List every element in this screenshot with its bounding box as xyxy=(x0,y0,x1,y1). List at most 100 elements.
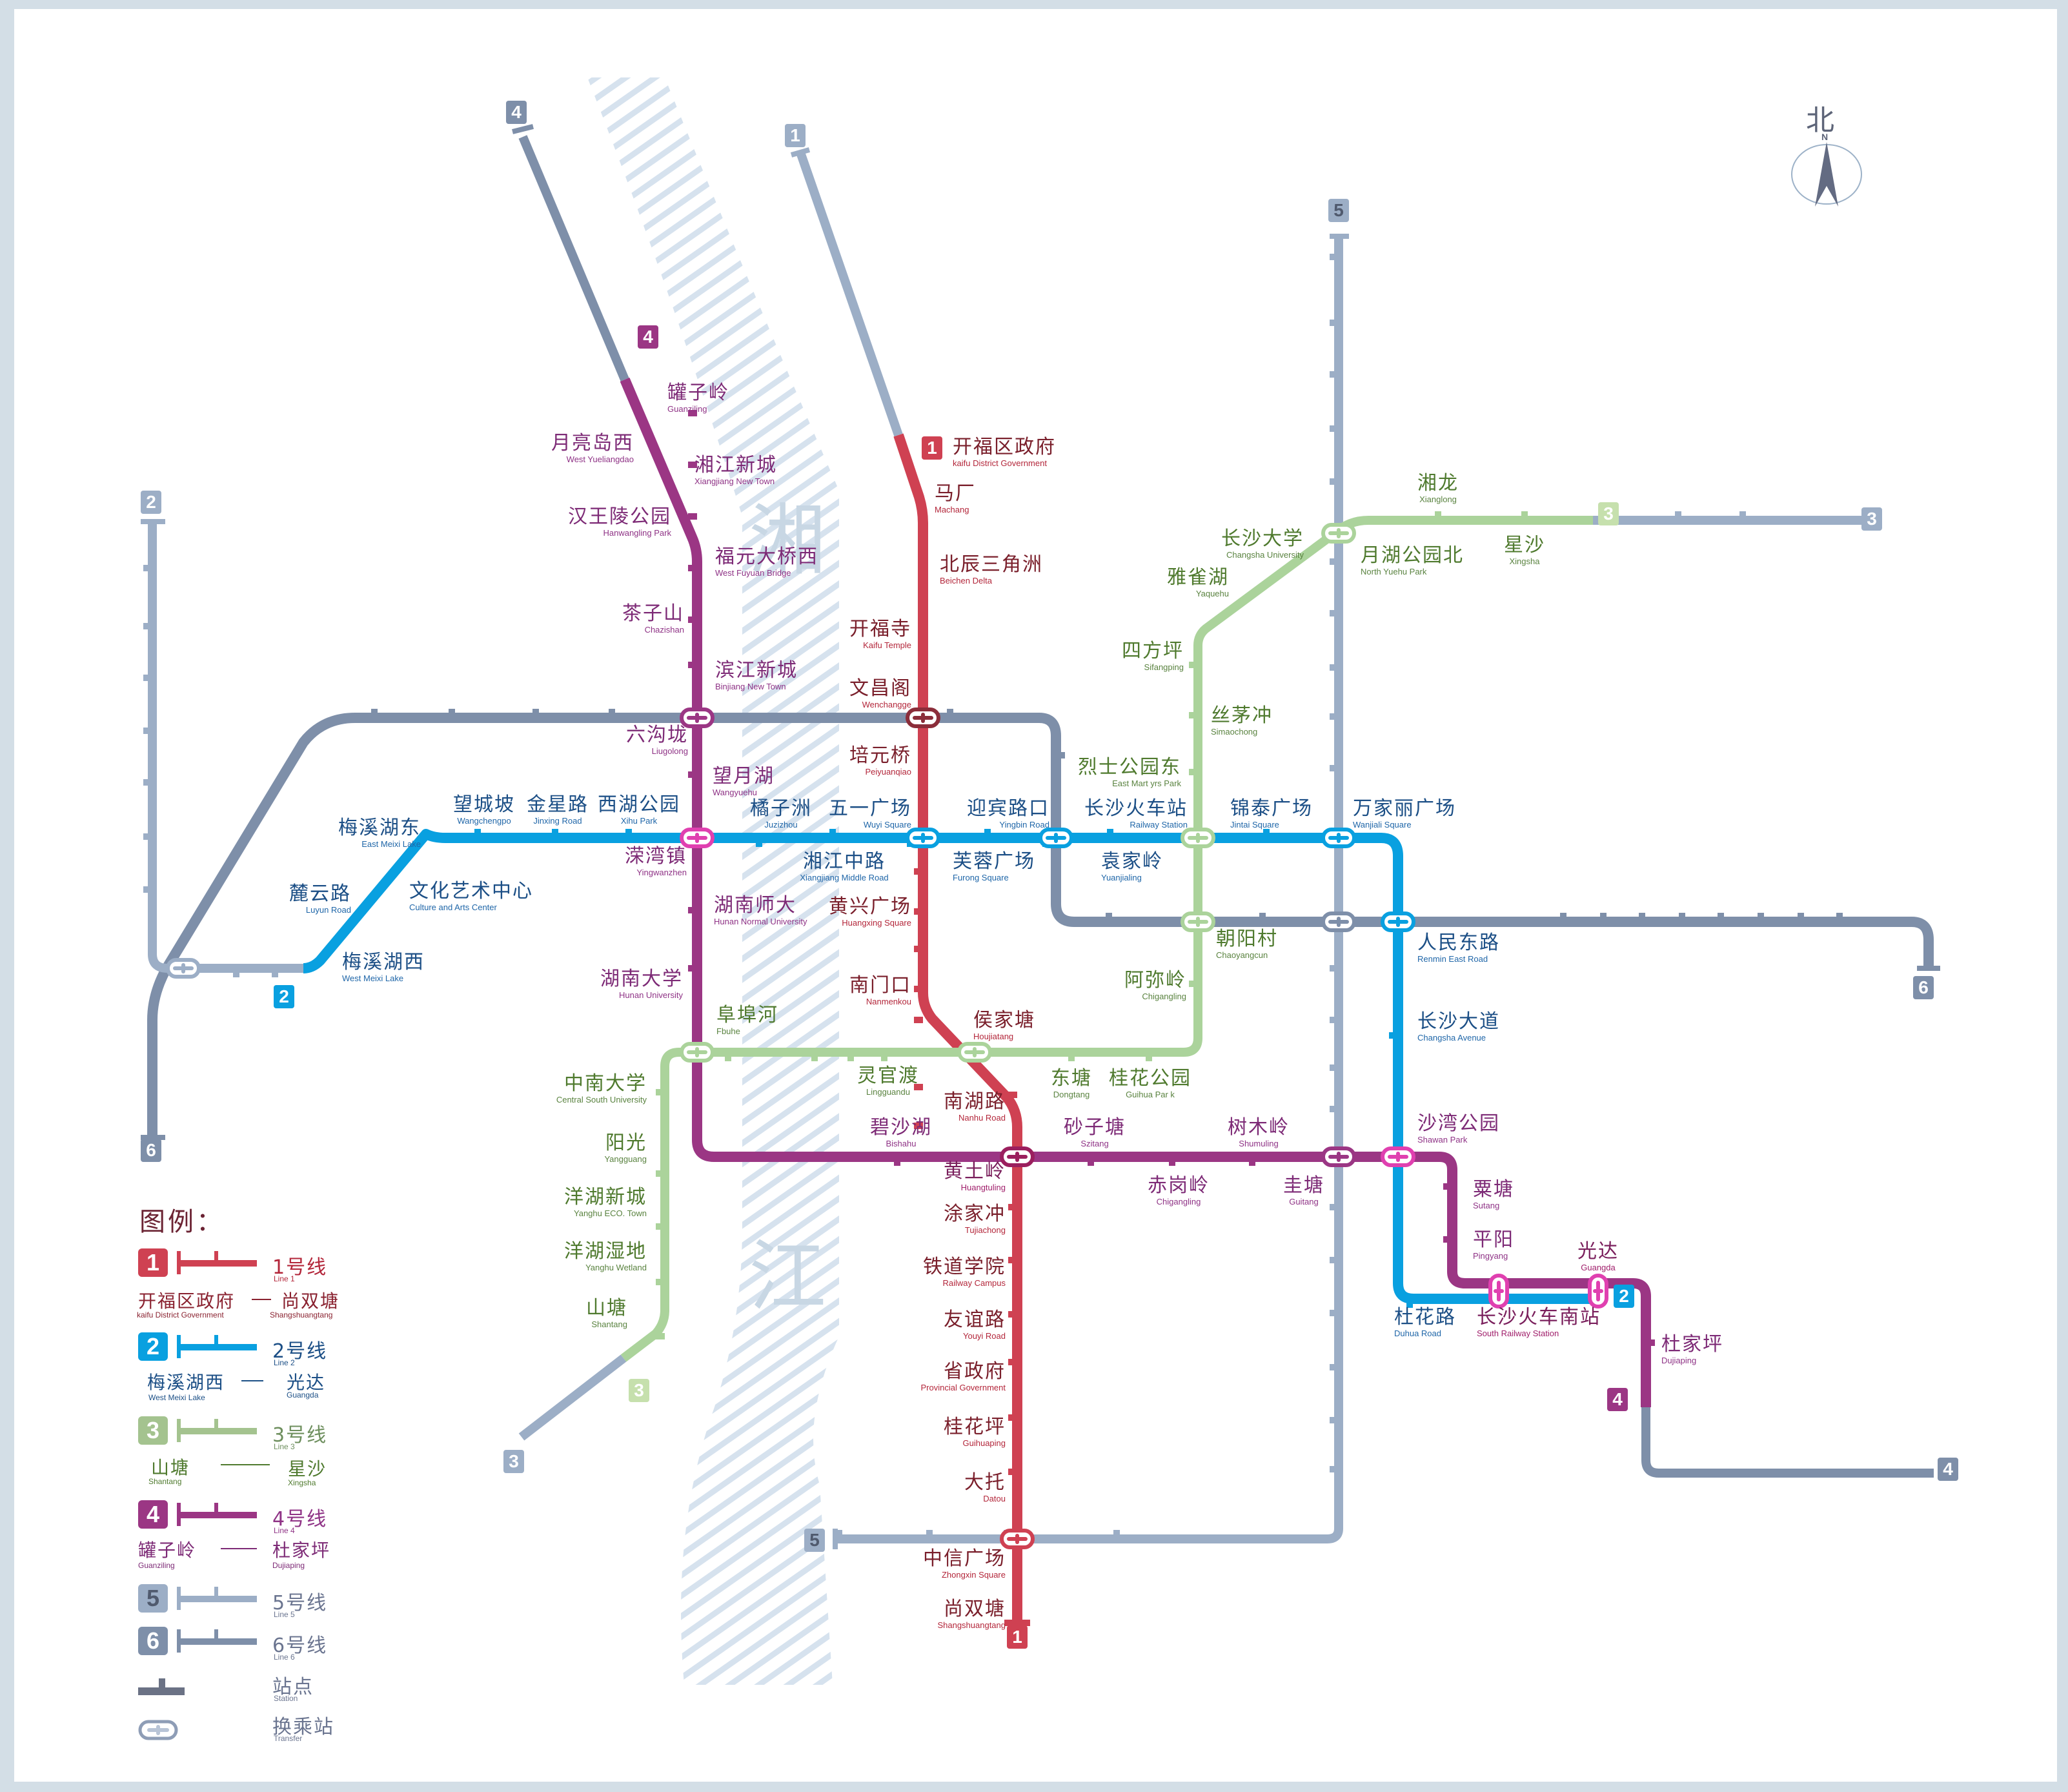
transfer-yingwanzhen[interactable] xyxy=(680,828,715,848)
transfer-wanjiali-square[interactable] xyxy=(1321,828,1356,848)
transfer-wenchangge[interactable] xyxy=(906,708,940,728)
station-label[interactable]: 中信广场 Zhongxin Square xyxy=(923,1549,1006,1580)
station-label[interactable]: 洋湖新城 Yanghu ECO. Town xyxy=(564,1188,647,1218)
line5-track[interactable] xyxy=(835,236,1343,1543)
transfer-renmin-east-road[interactable] xyxy=(1381,911,1415,932)
station-label[interactable]: 杜家坪 Dujiaping xyxy=(1661,1335,1723,1365)
station-label[interactable]: 洋湖湿地 Yanghu Wetland xyxy=(564,1242,647,1272)
station-label[interactable]: 梅溪湖东 East Meixi Lake xyxy=(338,819,421,849)
station-label[interactable]: 南湖路 Nanhu Road xyxy=(944,1092,1006,1123)
line5-badge-west[interactable]: 5 xyxy=(804,1529,825,1552)
line1-badge-south[interactable]: 1 xyxy=(1007,1625,1028,1649)
station-label[interactable]: 迎宾路口 Yingbin Road xyxy=(967,799,1049,830)
line2-badge-planned-west[interactable]: 2 xyxy=(141,491,161,514)
station-label[interactable]: 黄土岭 Huangtuling xyxy=(944,1162,1006,1192)
station-label[interactable]: 大托 Datou xyxy=(964,1473,1006,1503)
line1-badge-north[interactable]: 1 xyxy=(922,436,942,460)
station-label[interactable]: 涂家冲 Tujiachong xyxy=(944,1205,1006,1235)
station-label[interactable]: 尚双塘 Shangshuangtang xyxy=(937,1600,1006,1630)
transfer-chaoyangcun[interactable] xyxy=(1181,911,1215,932)
station-label[interactable]: 长沙火车站 Railway Station xyxy=(1084,799,1188,830)
station-label[interactable]: 湖南师大 Hunan Normal University xyxy=(714,896,807,926)
station-label[interactable]: 麓云路 Luyun Road xyxy=(289,884,351,915)
transfer-wuyi-square[interactable] xyxy=(906,828,940,848)
station-label[interactable]: 芙蓉广场 Furong Square xyxy=(953,852,1035,882)
station-label[interactable]: 侯家塘 Houjiatang xyxy=(973,1011,1035,1041)
station-label[interactable]: 长沙大学 Changsha University xyxy=(1221,529,1304,560)
station-label[interactable]: 碧沙湖 Bishahu xyxy=(870,1118,932,1148)
station-label[interactable]: 中南大学 Central South University xyxy=(556,1074,647,1105)
transfer-fbuhe[interactable] xyxy=(680,1042,715,1063)
station-label[interactable]: 马厂 Machang xyxy=(935,484,976,514)
line4-badge-south[interactable]: 4 xyxy=(1607,1388,1628,1411)
station-label[interactable]: 湖南大学 Hunan University xyxy=(600,970,683,1000)
station-label[interactable]: 树木岭 Shumuling xyxy=(1228,1118,1290,1148)
transfer-line5-line6[interactable] xyxy=(1321,911,1356,932)
station-label[interactable]: 西湖公园 Xihu Park xyxy=(598,795,680,826)
station-label[interactable]: 粟塘 Sutang xyxy=(1473,1180,1514,1210)
station-label[interactable]: 南门口 Nanmenkou xyxy=(849,976,911,1006)
line1-planned-track[interactable] xyxy=(796,150,903,437)
station-tick[interactable] xyxy=(512,124,534,134)
transfer-railway-station[interactable] xyxy=(1181,828,1215,848)
line6-badge-east[interactable]: 6 xyxy=(1913,976,1934,999)
station-label[interactable]: 桂花坪 Guihuaping xyxy=(944,1418,1006,1448)
station-label[interactable]: 茶子山 Chazishan xyxy=(622,604,684,635)
station-label[interactable]: 沙湾公园 Shawan Park xyxy=(1417,1114,1500,1145)
line2-badge-west[interactable]: 2 xyxy=(274,985,294,1008)
station-label[interactable]: 北辰三角洲 Beichen Delta xyxy=(940,555,1043,585)
transfer-huangtuling[interactable] xyxy=(1000,1146,1035,1167)
station-label[interactable]: 灵官渡 Lingguandu xyxy=(857,1066,919,1097)
line3-badge-planned-east[interactable]: 3 xyxy=(1861,507,1882,531)
station-label[interactable]: 平阳 Pingyang xyxy=(1473,1230,1514,1261)
line6-track[interactable] xyxy=(147,713,1934,1137)
line2-planned-track[interactable] xyxy=(148,522,303,973)
transfer-guangda[interactable] xyxy=(1588,1274,1608,1308)
station-label[interactable]: 丝茅冲 Simaochong xyxy=(1211,706,1273,737)
station-label[interactable]: 长沙大道 Changsha Avenue xyxy=(1417,1012,1500,1043)
station-label[interactable]: 汉王陵公园 Hanwangling Park xyxy=(568,507,671,538)
line2-badge-east[interactable]: 2 xyxy=(1614,1285,1634,1308)
transfer-houjiatang[interactable] xyxy=(957,1042,992,1063)
line3-badge-east[interactable]: 3 xyxy=(1598,502,1619,525)
station-label[interactable]: 滨江新城 Binjiang New Town xyxy=(715,661,798,691)
station-label[interactable]: 万家丽广场 Wanjiali Square xyxy=(1353,799,1456,830)
station-label[interactable]: 罐子岭 Guanziling xyxy=(667,383,729,414)
transfer-line4-line5[interactable] xyxy=(1321,1146,1356,1167)
line3-badge-southwest[interactable]: 3 xyxy=(629,1379,649,1402)
station-label[interactable]: 杜花路 Duhua Road xyxy=(1394,1308,1456,1338)
transfer-line2-line6-west[interactable] xyxy=(166,958,201,979)
station-label[interactable]: 福元大桥西 West Fuyuan Bridge xyxy=(715,547,818,578)
station-label[interactable]: 朝阳村 Chaoyangcun xyxy=(1216,930,1278,960)
station-label[interactable]: 文昌阁 Wenchangge xyxy=(849,679,911,709)
line4-badge-north[interactable]: 4 xyxy=(638,325,658,349)
station-label[interactable]: 望月湖 Wangyuehu xyxy=(713,767,775,797)
station-tick[interactable] xyxy=(790,147,811,158)
station-label[interactable]: 六沟垅 Liugolong xyxy=(626,726,688,756)
line1-badge-planned-north[interactable]: 1 xyxy=(785,124,806,147)
station-label[interactable]: 烈士公园东 East Mart yrs Park xyxy=(1078,758,1181,788)
transfer-changsha-university[interactable] xyxy=(1321,523,1356,544)
station-label[interactable]: 星沙 Xingsha xyxy=(1504,536,1545,566)
line5-badge-north[interactable]: 5 xyxy=(1328,199,1349,222)
station-label[interactable]: 山塘 Shantang xyxy=(586,1299,627,1329)
line6-badge-west[interactable]: 6 xyxy=(141,1139,161,1162)
station-label[interactable]: 湘江新城 Xiangjiang New Town xyxy=(694,456,777,486)
line4-badge-planned-north[interactable]: 4 xyxy=(506,101,527,124)
transfer-zhongxin-square[interactable] xyxy=(1000,1529,1035,1549)
station-label[interactable]: 五一广场 Wuyi Square xyxy=(829,799,911,830)
line4-planned-track[interactable] xyxy=(518,135,629,382)
station-label[interactable]: 开福区政府 kaifu District Government xyxy=(953,438,1056,468)
station-label[interactable]: 湘江中路 Xiangjiang Middle Road xyxy=(800,852,888,882)
station-label[interactable]: 东塘 Dongtang xyxy=(1051,1069,1092,1099)
station-label[interactable]: 省政府 Provincial Government xyxy=(921,1362,1006,1392)
station-label[interactable]: 开福寺 Kaifu Temple xyxy=(849,620,911,650)
line3-badge-planned-southwest[interactable]: 3 xyxy=(503,1450,524,1473)
station-label[interactable]: 金星路 Jinxing Road xyxy=(527,795,589,826)
line3-planned-sw-track[interactable] xyxy=(518,1354,627,1441)
line4-badge-planned-east[interactable]: 4 xyxy=(1938,1458,1958,1481)
line4-planned-east-track[interactable] xyxy=(1641,1407,1934,1478)
station-label[interactable]: 赤岗岭 Chigangling xyxy=(1148,1176,1210,1207)
station-label[interactable]: 湘龙 Xianglong xyxy=(1417,474,1459,504)
station-label[interactable]: 光达 Guangda xyxy=(1577,1242,1619,1272)
